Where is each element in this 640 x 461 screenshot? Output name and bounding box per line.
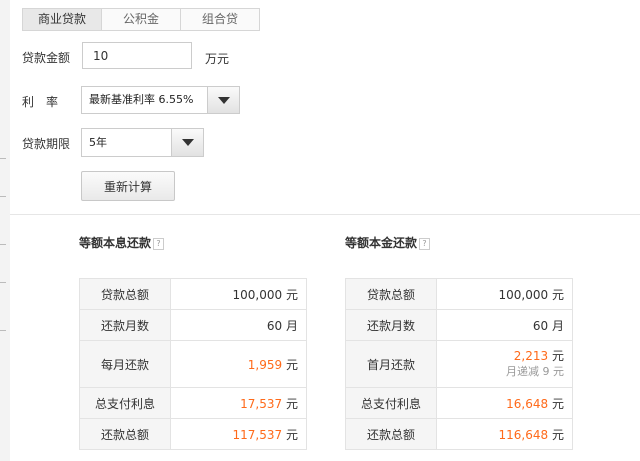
section-divider — [10, 214, 640, 215]
equal-payment-title: 等额本息还款? — [79, 234, 165, 251]
row-value: 100,000 — [498, 287, 549, 302]
row-label: 总支付利息 — [79, 387, 171, 419]
row-label: 首月还款 — [345, 340, 437, 388]
table-row: 总支付利息 17,537 元 — [79, 387, 307, 419]
rate-label: 利 率 — [22, 95, 59, 109]
tab-commercial-loan[interactable]: 商业贷款 — [22, 8, 102, 31]
row-label: 贷款总额 — [345, 278, 437, 310]
tab-housing-fund[interactable]: 公积金 — [101, 8, 181, 31]
row-unit: 元 — [551, 349, 564, 363]
monthly-decrease-unit: 元 — [553, 365, 564, 378]
table-row: 还款总额 116,648 元 — [345, 418, 573, 450]
term-select-value: 5年 — [89, 136, 107, 149]
table-row: 还款月数 60 月 — [345, 309, 573, 341]
row-unit: 元 — [285, 287, 298, 302]
chevron-down-icon — [182, 139, 194, 146]
table-row: 总支付利息 16,648 元 — [345, 387, 573, 419]
tab-combined-loan[interactable]: 组合贷 — [180, 8, 260, 31]
total-repayment-value: 116,648 — [498, 427, 549, 442]
row-unit: 元 — [551, 396, 564, 411]
row-label: 每月还款 — [79, 340, 171, 388]
row-unit: 元 — [551, 427, 564, 442]
left-edge-strip — [0, 0, 10, 461]
rate-select[interactable]: 最新基准利率 6.55% — [81, 86, 240, 114]
total-repayment-value: 117,537 — [232, 427, 283, 442]
row-unit: 元 — [285, 396, 298, 411]
amount-unit: 万元 — [205, 52, 230, 66]
table-row: 还款月数 60 月 — [79, 309, 307, 341]
row-unit: 元 — [285, 427, 298, 442]
row-value: 60 — [532, 318, 549, 333]
row-unit: 元 — [551, 287, 564, 302]
table-row: 贷款总额 100,000 元 — [345, 278, 573, 310]
table-row: 每月还款 1,959 元 — [79, 340, 307, 388]
row-unit: 月 — [285, 318, 298, 333]
rate-select-value: 最新基准利率 6.55% — [89, 93, 194, 106]
table-row: 还款总额 117,537 元 — [79, 418, 307, 450]
term-dropdown-button[interactable] — [171, 129, 203, 156]
row-value: 100,000 — [232, 287, 283, 302]
chevron-down-icon — [218, 97, 230, 104]
row-label: 总支付利息 — [345, 387, 437, 419]
row-label: 还款月数 — [345, 309, 437, 341]
equal-principal-table: 贷款总额 100,000 元 还款月数 60 月 首月还款 2,213 元 月递… — [345, 278, 573, 450]
loan-amount-input[interactable] — [82, 42, 192, 69]
row-label: 贷款总额 — [79, 278, 171, 310]
equal-principal-title: 等额本金还款? — [345, 234, 431, 251]
term-select[interactable]: 5年 — [81, 128, 204, 157]
row-label: 还款月数 — [79, 309, 171, 341]
total-interest-value: 17,537 — [240, 396, 283, 411]
row-unit: 元 — [285, 357, 298, 372]
help-icon[interactable]: ? — [153, 237, 165, 250]
monthly-payment-value: 1,959 — [247, 357, 283, 372]
first-month-payment-value: 2,213 — [513, 349, 549, 363]
recalculate-button[interactable]: 重新计算 — [81, 171, 175, 201]
help-icon[interactable]: ? — [419, 237, 431, 250]
monthly-decrease-label: 月递减 — [506, 365, 539, 378]
equal-payment-table: 贷款总额 100,000 元 还款月数 60 月 每月还款 1,959 元 总支… — [79, 278, 307, 450]
loan-type-tabs: 商业贷款 公积金 组合贷 — [22, 8, 260, 31]
term-label: 贷款期限 — [22, 137, 71, 151]
total-interest-value: 16,648 — [506, 396, 549, 411]
monthly-decrease-value: 9 — [542, 365, 550, 378]
table-row: 贷款总额 100,000 元 — [79, 278, 307, 310]
row-label: 还款总额 — [79, 418, 171, 450]
rate-dropdown-button[interactable] — [207, 87, 239, 113]
table-row: 首月还款 2,213 元 月递减 9 元 — [345, 340, 573, 388]
amount-label: 贷款金额 — [22, 51, 71, 65]
row-label: 还款总额 — [345, 418, 437, 450]
row-value: 60 — [266, 318, 283, 333]
row-unit: 月 — [551, 318, 564, 333]
